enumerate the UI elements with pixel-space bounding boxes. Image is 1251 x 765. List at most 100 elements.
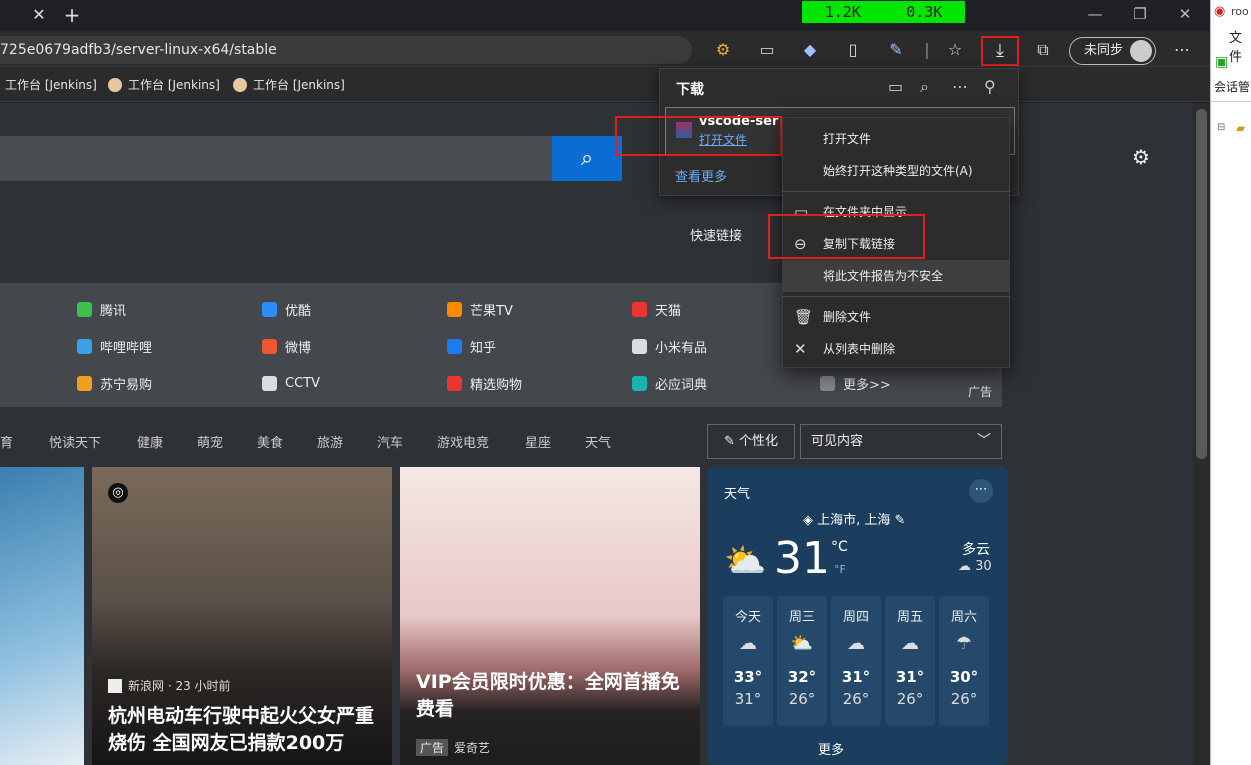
new-session-icon[interactable]: ▣ — [1215, 54, 1228, 70]
chevron-down-icon: ﹀ — [977, 433, 991, 449]
visible-content-select[interactable]: 可见内容 ﹀ — [800, 424, 1002, 459]
personalize-button[interactable]: ✎ 个性化 — [707, 424, 795, 459]
category-tab[interactable]: 体育 — [0, 432, 13, 451]
gear-icon[interactable]: ⚙ — [1128, 144, 1154, 170]
more-icon[interactable]: ⋯ — [952, 77, 968, 96]
downloads-icon[interactable]: ⤓ — [981, 36, 1019, 66]
extension-shield-icon[interactable]: ◆ — [798, 38, 822, 62]
forecast-low: 26° — [842, 690, 870, 708]
minimize-icon[interactable]: — — [1075, 4, 1115, 24]
scroll-thumb[interactable] — [1196, 109, 1207, 459]
unit-c[interactable]: °C — [831, 539, 848, 555]
site-icon — [632, 375, 647, 391]
tree-expand-icon[interactable]: ⊟ — [1217, 122, 1225, 133]
highlight-box — [615, 116, 782, 156]
quick-link[interactable]: 微博 — [262, 336, 311, 356]
profile-sync-button[interactable]: 未同步 — [1069, 37, 1156, 65]
category-tab[interactable]: 游戏电竞 — [437, 432, 489, 451]
category-tab[interactable]: 美食 — [257, 432, 283, 451]
news-card[interactable]: ◎ 新浪网 · 23 小时前 杭州电动车行驶中起火父女严重烧伤 全国网友已捐款2… — [92, 467, 392, 765]
weather-location[interactable]: ◈ 上海市, 上海 ✎ — [803, 509, 905, 528]
favorite-item[interactable]: 工作台 [Jenkins] — [5, 75, 97, 95]
category-tab[interactable]: 汽车 — [377, 432, 403, 451]
quick-link[interactable]: 优酷 — [262, 299, 311, 319]
quick-link[interactable]: 小米有品 — [632, 336, 707, 356]
divider — [1211, 101, 1251, 102]
pen-icon[interactable]: ✎ — [884, 38, 908, 62]
menu-item-open-file[interactable]: 打开文件 — [782, 123, 1010, 155]
weather-icon: ☁ — [739, 633, 757, 654]
menu-item-always-open[interactable]: 始终打开这种类型的文件(A) — [782, 155, 1010, 187]
folder-icon[interactable]: ▭ — [888, 77, 903, 96]
favorites-icon[interactable]: ☆ — [943, 38, 967, 62]
globe-icon: ◎ — [108, 483, 128, 503]
more-icon[interactable]: ⋯ — [969, 479, 993, 503]
card-title[interactable]: 杭州电动车行驶中起火父女严重烧伤 全国网友已捐款200万 — [108, 703, 378, 757]
category-tab[interactable]: 悦读天下 — [49, 432, 101, 451]
site-icon — [77, 375, 92, 391]
weather-more-link[interactable]: 更多 — [818, 739, 844, 758]
quick-link[interactable]: 知乎 — [447, 336, 496, 356]
site-icon — [447, 301, 462, 317]
quick-link[interactable]: 芒果TV — [447, 299, 513, 319]
bookmark-icon[interactable]: ▯ — [841, 38, 865, 62]
extension-icon[interactable]: ⚙ — [711, 38, 735, 62]
pin-icon[interactable]: ⚲ — [984, 77, 996, 96]
search-icon[interactable]: ⌕ — [920, 77, 929, 97]
weather-condition: 多云 — [962, 542, 990, 558]
more-icon[interactable]: ⋯ — [1170, 38, 1194, 62]
quick-link[interactable]: 精选购物 — [447, 373, 522, 393]
menu-item-remove-from-list[interactable]: ✕ 从列表中删除 — [782, 333, 1010, 365]
category-tab[interactable]: 旅游 — [317, 432, 343, 451]
forecast-day-label: 周四 — [842, 610, 869, 625]
weather-icon: ☁ — [847, 633, 865, 654]
folder-icon: ▰ — [1236, 121, 1246, 135]
maximize-icon[interactable]: ❐ — [1120, 4, 1160, 24]
forecast-day[interactable]: 周五 ☁ 31° 26° — [885, 596, 935, 726]
unit-f[interactable]: °F — [834, 563, 846, 576]
quick-link[interactable]: 天猫 — [632, 299, 681, 319]
collections-icon[interactable]: ⧉ — [1031, 38, 1055, 62]
category-tab[interactable]: 萌宠 — [197, 432, 223, 451]
forecast-day[interactable]: 周三 ⛅ 32° 26° — [777, 596, 827, 726]
weather-icon: ☁ — [901, 633, 919, 654]
search-input[interactable] — [0, 136, 553, 181]
url-field[interactable]: 725e0679adfb3/server-linux-x64/stable — [0, 36, 692, 64]
quick-link[interactable]: CCTV — [262, 373, 320, 393]
jenkins-icon — [108, 78, 122, 92]
quick-link[interactable]: 哔哩哔哩 — [77, 336, 152, 356]
toolbar-divider: | — [924, 40, 930, 59]
forecast-day[interactable]: 周四 ☁ 31° 26° — [831, 596, 881, 726]
quick-link[interactable]: 苏宁易购 — [77, 373, 152, 393]
session-manager-label: 会话管 — [1214, 80, 1251, 94]
category-tab[interactable]: 健康 — [137, 432, 163, 451]
site-icon — [262, 338, 277, 354]
ad-card[interactable]: VIP会员限时优惠：全网首播免费看 广告 爱奇艺 — [400, 467, 700, 765]
favorite-item[interactable]: 工作台 [Jenkins] — [108, 75, 220, 95]
favorite-item[interactable]: 工作台 [Jenkins] — [233, 75, 345, 95]
tab-close-icon[interactable]: ✕ — [30, 6, 48, 24]
menu-item-report-unsafe[interactable]: 将此文件报告为不安全 — [782, 260, 1010, 292]
page-scrollbar[interactable] — [1193, 103, 1210, 765]
see-more-link[interactable]: 查看更多 — [675, 166, 727, 185]
category-tab[interactable]: 天气 — [585, 432, 611, 451]
menu-file[interactable]: 文件 — [1229, 27, 1251, 65]
new-tab-button[interactable]: + — [62, 4, 82, 26]
quick-link[interactable]: 腾讯 — [77, 299, 126, 319]
forecast-day[interactable]: 周六 ☂ 30° 26° — [939, 596, 989, 726]
menu-item-delete-file[interactable]: 🗑 删除文件 — [782, 301, 1010, 333]
network-meter: 1.2K 0.3K — [802, 1, 965, 23]
category-tab[interactable]: 星座 — [525, 432, 551, 451]
window-close-icon[interactable]: ✕ — [1165, 4, 1205, 24]
forecast-day[interactable]: 今天 ☁ 33° 31° — [723, 596, 773, 726]
quick-link[interactable]: 必应词典 — [632, 373, 707, 393]
search-button[interactable]: ⌕ — [552, 136, 622, 181]
partly-cloudy-icon: ⛅ — [724, 541, 767, 581]
quick-links-toggle[interactable]: 快速链接 — [690, 225, 742, 244]
reader-icon[interactable]: ▭ — [755, 38, 779, 62]
card-title[interactable]: VIP会员限时优惠：全网首播免费看 — [416, 669, 686, 723]
forecast-low: 26° — [788, 690, 816, 708]
news-card-image[interactable] — [0, 467, 84, 765]
forecast-day-label: 周三 — [788, 610, 815, 625]
quick-link[interactable]: 更多>> — [820, 373, 891, 393]
